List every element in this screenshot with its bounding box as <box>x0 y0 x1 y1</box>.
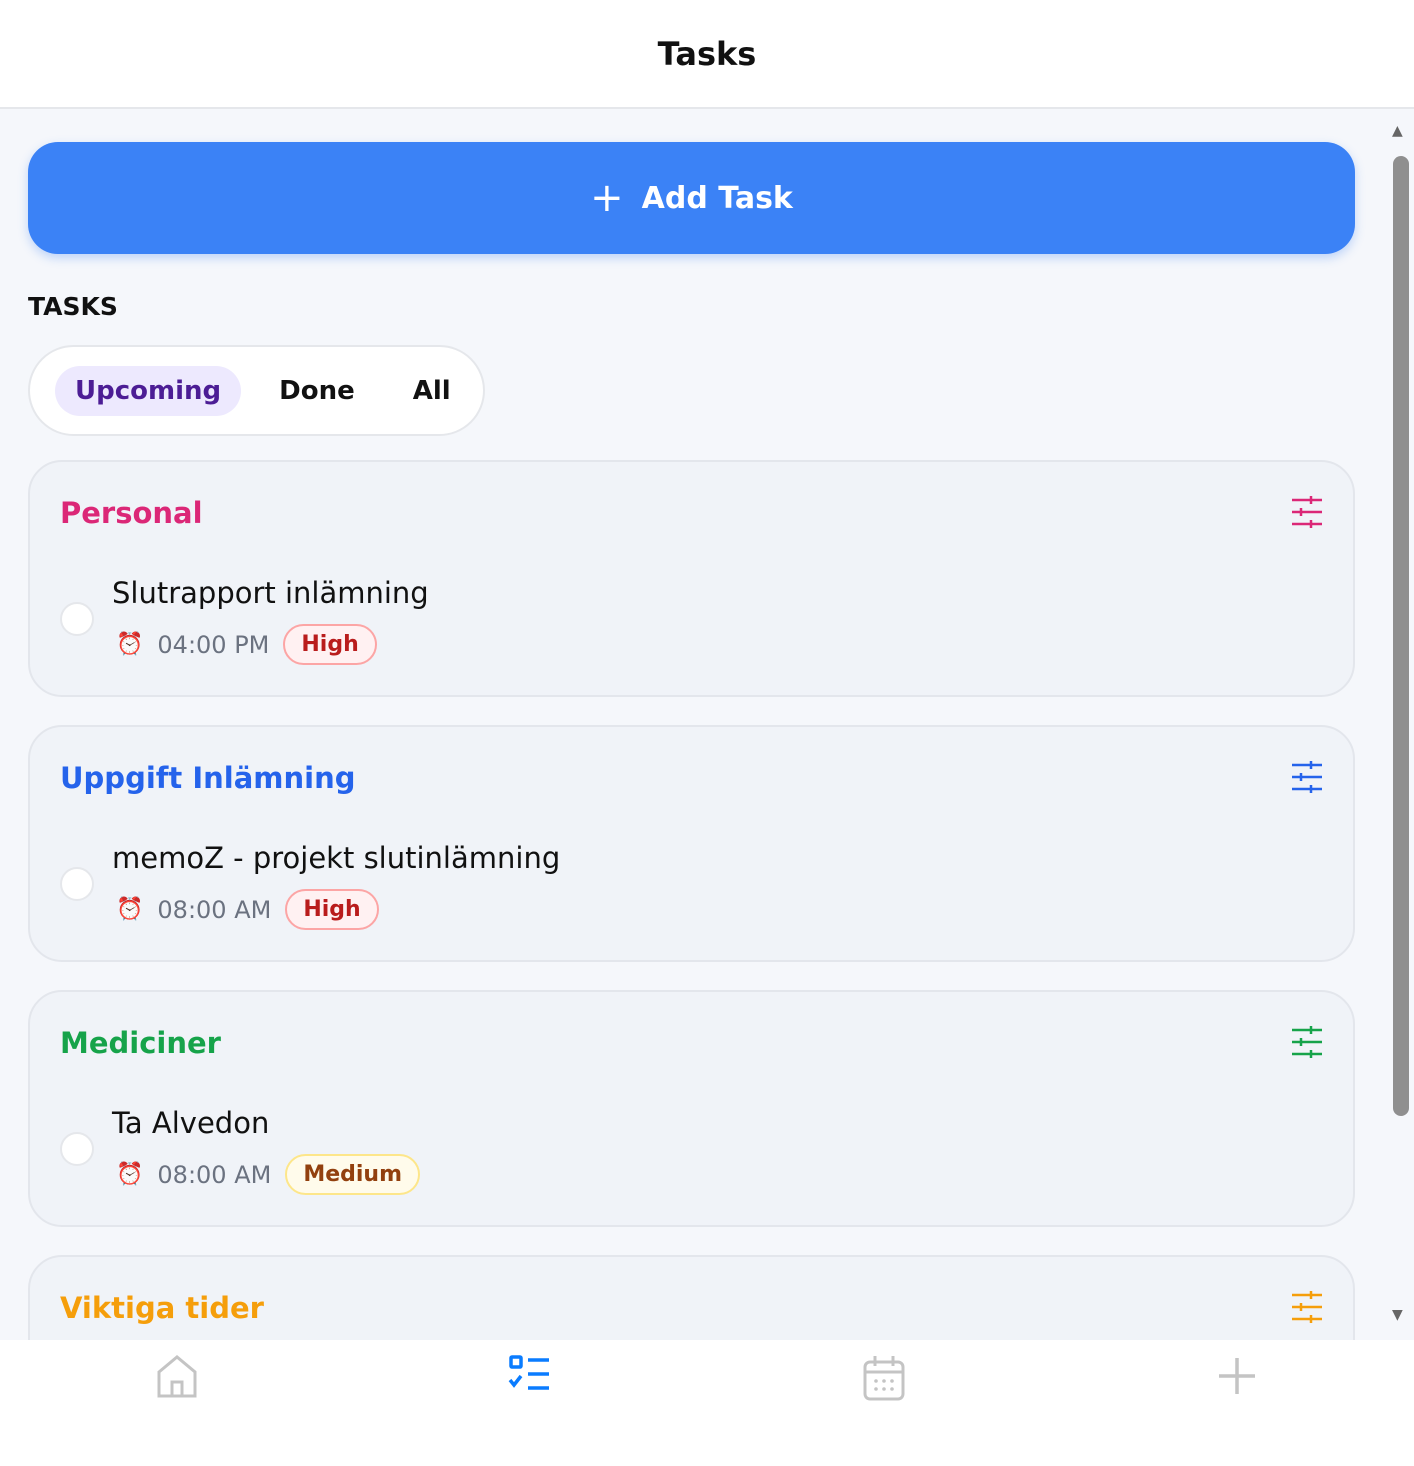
task-checkbox[interactable] <box>60 867 94 901</box>
category-card: Mediciner Ta Alvedon ⏰ 08:00 AM Medium <box>28 990 1355 1227</box>
category-title: Personal <box>60 496 203 530</box>
scroll-down-arrow-icon[interactable]: ▼ <box>1392 1307 1403 1323</box>
add-task-button[interactable]: + Add Task <box>28 142 1355 254</box>
category-card: Personal Slutrapport inlämning ⏰ 04:00 PM… <box>28 460 1355 697</box>
category-card: Viktiga tider <box>28 1255 1355 1340</box>
priority-badge: High <box>283 624 377 665</box>
tab-upcoming[interactable]: Upcoming <box>55 365 242 416</box>
sliders-icon[interactable] <box>1291 1291 1323 1323</box>
task-checkbox[interactable] <box>60 1132 94 1166</box>
category-title: Mediciner <box>60 1026 221 1060</box>
task-meta: ⏰ 08:00 AM Medium <box>116 1154 421 1195</box>
sliders-icon[interactable] <box>1291 1026 1323 1058</box>
nav-add[interactable] <box>1061 1340 1414 1466</box>
add-task-label: Add Task <box>641 180 793 216</box>
alarm-clock-icon: ⏰ <box>116 632 144 657</box>
filter-tabs: Upcoming Done All <box>28 345 485 436</box>
nav-tasks[interactable] <box>354 1340 708 1466</box>
task-checkbox[interactable] <box>60 602 94 636</box>
task-meta: ⏰ 08:00 AM High <box>116 889 379 930</box>
nav-home[interactable] <box>0 1340 354 1466</box>
plus-icon <box>1219 1358 1256 1394</box>
category-title: Uppgift Inlämning <box>60 761 356 795</box>
category-card: Uppgift Inlämning memoZ - projekt slutin… <box>28 725 1355 962</box>
scroll-up-arrow-icon[interactable]: ▲ <box>1392 123 1403 139</box>
task-time: 08:00 AM <box>157 1160 272 1189</box>
task-list-icon <box>508 1355 550 1390</box>
alarm-clock-icon: ⏰ <box>116 1162 144 1187</box>
sliders-icon[interactable] <box>1291 496 1323 528</box>
category-title: Viktiga tider <box>60 1291 264 1325</box>
task-name[interactable]: memoZ - projekt slutinlämning <box>112 841 560 875</box>
priority-badge: Medium <box>285 1154 421 1195</box>
sliders-icon[interactable] <box>1291 761 1323 793</box>
scrollbar-thumb[interactable] <box>1393 156 1409 1116</box>
home-icon <box>157 1355 197 1398</box>
scrollbar[interactable]: ▲ ▼ <box>1386 109 1414 1340</box>
plus-icon: + <box>590 175 624 221</box>
task-meta: ⏰ 04:00 PM High <box>116 624 377 665</box>
task-content: + Add Task TASKS Upcoming Done All Person… <box>0 109 1386 1340</box>
section-label: TASKS <box>28 292 118 321</box>
task-time: 08:00 AM <box>157 895 272 924</box>
app-header: Tasks <box>0 0 1414 109</box>
task-name[interactable]: Slutrapport inlämning <box>112 576 429 610</box>
page-title: Tasks <box>657 34 757 73</box>
tab-all[interactable]: All <box>393 366 471 416</box>
bottom-nav <box>0 1340 1414 1466</box>
calendar-icon <box>863 1356 905 1401</box>
task-name[interactable]: Ta Alvedon <box>112 1106 269 1140</box>
nav-calendar[interactable] <box>707 1340 1061 1466</box>
tab-done[interactable]: Done <box>259 366 375 416</box>
alarm-clock-icon: ⏰ <box>116 897 144 922</box>
priority-badge: High <box>285 889 379 930</box>
task-time: 04:00 PM <box>157 630 270 659</box>
